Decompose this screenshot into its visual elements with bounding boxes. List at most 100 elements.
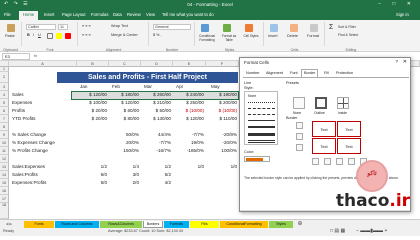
row-header[interactable]: 17 bbox=[0, 195, 9, 203]
column-header-b[interactable]: B bbox=[77, 61, 109, 67]
data-cell[interactable]: $ 50/00 bbox=[141, 108, 171, 114]
data-cell[interactable]: 4/2 bbox=[141, 180, 171, 186]
column-header-c[interactable]: C bbox=[109, 61, 141, 67]
data-cell[interactable]: $ 120/00 bbox=[70, 92, 107, 98]
sheet-tab-borders[interactable]: Borders bbox=[143, 221, 163, 228]
data-cell[interactable]: 1/2 bbox=[141, 164, 171, 170]
data-cell[interactable]: $ (10/00) bbox=[206, 108, 237, 114]
month-header[interactable]: Feb bbox=[112, 84, 120, 90]
data-cell[interactable]: 3/0 bbox=[109, 172, 139, 178]
data-cell[interactable]: -7/7% bbox=[141, 140, 171, 146]
sort-filter-button[interactable]: Sort & Filter bbox=[338, 25, 356, 29]
data-cell[interactable]: $ 180/00 bbox=[109, 92, 139, 98]
row-header[interactable]: 16 bbox=[0, 187, 9, 195]
line-style-option[interactable] bbox=[248, 126, 275, 128]
data-cell[interactable]: -20/0% bbox=[206, 140, 237, 146]
row-header[interactable]: 12 bbox=[0, 155, 9, 163]
data-cell[interactable]: $ 120/00 bbox=[173, 116, 204, 122]
sheet-tab-fills[interactable]: Fills bbox=[190, 221, 219, 228]
font-size-select[interactable]: 11 bbox=[58, 24, 68, 30]
data-cell[interactable]: $ 60/00 bbox=[109, 108, 139, 114]
border-color-select[interactable] bbox=[244, 156, 270, 162]
month-header[interactable]: Jan bbox=[80, 84, 87, 90]
row-header[interactable]: 5 bbox=[0, 99, 9, 107]
align-top-icon[interactable]: ≡ ≡ ≡ bbox=[82, 24, 91, 28]
preset-inside-button[interactable] bbox=[337, 97, 349, 109]
find-select-button[interactable]: Find & Select bbox=[338, 33, 358, 37]
data-cell[interactable]: -20/8% bbox=[206, 132, 237, 138]
insert-cells-icon[interactable] bbox=[270, 24, 278, 32]
cell-styles-icon[interactable] bbox=[245, 24, 253, 32]
data-cell[interactable]: 1/0 bbox=[173, 164, 204, 170]
tab-number[interactable]: Number bbox=[244, 70, 262, 77]
underline-button[interactable]: U bbox=[38, 33, 41, 37]
row-header[interactable]: 4 bbox=[0, 91, 9, 99]
row-label[interactable]: Sales:Profits bbox=[12, 172, 38, 178]
sheet-title-cell[interactable]: Sales and Profits - First Half Project bbox=[57, 72, 238, 83]
fill-color-icon[interactable] bbox=[56, 33, 62, 39]
row-header[interactable]: 10 bbox=[0, 139, 9, 147]
italic-button[interactable]: I bbox=[33, 33, 34, 37]
currency-percent-icon[interactable]: $ % , bbox=[153, 33, 162, 37]
data-cell[interactable]: $ 260/00 bbox=[141, 92, 171, 98]
format-table-icon[interactable] bbox=[223, 24, 231, 32]
data-cell[interactable]: 100/0% bbox=[206, 148, 237, 154]
row-label[interactable]: Sales:Expenses bbox=[12, 164, 45, 170]
border-top-button[interactable] bbox=[296, 122, 303, 129]
row-header[interactable]: 2 bbox=[0, 72, 9, 83]
format-as-table-button[interactable]: Format as Table bbox=[218, 34, 240, 42]
border-preview[interactable]: Text Text Text Text bbox=[312, 121, 362, 155]
tab-border[interactable]: Border bbox=[301, 69, 319, 77]
sheet-tab-conditional[interactable]: ConditionalFormatting bbox=[220, 221, 268, 228]
row-header[interactable]: 7 bbox=[0, 115, 9, 123]
line-style-option[interactable] bbox=[248, 120, 275, 121]
data-cell[interactable]: 5/0 bbox=[70, 180, 107, 186]
data-cell[interactable]: 5/2 bbox=[141, 172, 171, 178]
format-cells-icon[interactable] bbox=[310, 24, 318, 32]
preset-outline-button[interactable] bbox=[315, 97, 327, 109]
data-cell[interactable]: $ 190/00 bbox=[206, 92, 237, 98]
tab-alignment[interactable]: Alignment bbox=[264, 70, 285, 77]
row-label[interactable]: Expenses bbox=[12, 100, 32, 106]
align-left-icon[interactable]: ≡ ≡ ≡ bbox=[82, 33, 91, 37]
zoom-slider[interactable]: − ▬▬▮▬▬ + bbox=[356, 228, 387, 234]
data-cell[interactable]: $ 120/00 bbox=[109, 100, 139, 106]
tab-insert[interactable]: Insert bbox=[44, 12, 54, 17]
add-sheet-icon[interactable]: ⊕ bbox=[296, 221, 304, 228]
tab-review[interactable]: Review bbox=[127, 12, 141, 17]
row-header[interactable]: 18 bbox=[0, 203, 9, 219]
tab-file[interactable]: File bbox=[4, 12, 11, 17]
cell-styles-button[interactable]: Cell Styles bbox=[240, 34, 262, 38]
data-cell[interactable]: 150/0% bbox=[109, 148, 139, 154]
data-cell[interactable]: 1/0 bbox=[206, 164, 237, 170]
row-header[interactable]: 6 bbox=[0, 107, 9, 115]
data-cell[interactable]: $ 200/00 bbox=[206, 100, 237, 106]
delete-button[interactable]: Delete bbox=[287, 34, 298, 38]
row-header[interactable]: 13 bbox=[0, 163, 9, 171]
data-cell[interactable]: $ 130/00 bbox=[141, 116, 171, 122]
border-diagonal-up-button[interactable] bbox=[312, 158, 319, 165]
autosum-icon[interactable]: Σ bbox=[329, 24, 333, 31]
borders-icon[interactable] bbox=[47, 33, 53, 39]
column-header-e[interactable]: E bbox=[173, 61, 206, 67]
line-style-option[interactable] bbox=[248, 133, 275, 136]
row-label[interactable]: Expenses:Profits bbox=[12, 180, 46, 186]
sheet-nav-arrows[interactable]: ◀ ▶ bbox=[2, 221, 16, 228]
merge-center-button[interactable]: Merge & Center bbox=[111, 33, 138, 37]
tab-formulas[interactable]: Formulas bbox=[91, 12, 108, 17]
data-cell[interactable]: 20/0% bbox=[109, 140, 139, 146]
window-controls[interactable]: − □ ✕ bbox=[378, 1, 416, 7]
font-color-icon[interactable] bbox=[65, 33, 71, 39]
sign-in-link[interactable]: Sign in bbox=[396, 12, 409, 17]
line-style-list[interactable]: None bbox=[244, 91, 278, 145]
row-header[interactable]: 3 bbox=[0, 83, 9, 91]
row-header[interactable]: 8 bbox=[0, 123, 9, 131]
view-buttons[interactable]: □ ▤ ▦ bbox=[330, 228, 345, 234]
data-cell[interactable]: -16/7% bbox=[141, 148, 171, 154]
data-cell[interactable]: $ 20/00 bbox=[70, 108, 107, 114]
bold-button[interactable]: B bbox=[27, 33, 30, 37]
data-cell[interactable]: 1/2 bbox=[70, 164, 107, 170]
data-cell[interactable]: $ 100/00 bbox=[70, 100, 107, 106]
data-cell[interactable]: -7/7% bbox=[173, 132, 204, 138]
row-header[interactable]: 9 bbox=[0, 131, 9, 139]
